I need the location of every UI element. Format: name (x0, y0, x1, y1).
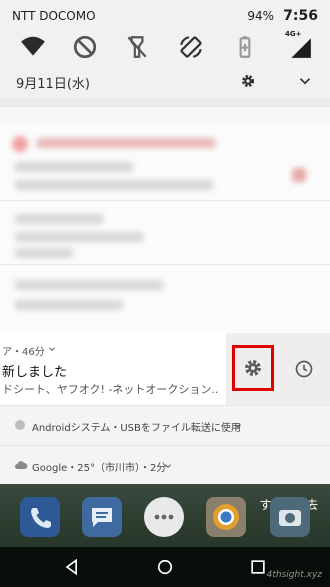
notification-app-line: ア・46分 (2, 347, 45, 358)
blurred-line (14, 180, 214, 190)
system-notification-text: Google・25°（市川市）・2分 (32, 463, 167, 474)
chrome-app-icon[interactable] (206, 497, 246, 537)
signal-4g-icon[interactable]: 4G+ (285, 30, 313, 60)
blurred-line (14, 214, 104, 224)
clock: 7:56 (283, 8, 318, 24)
battery-saver-icon[interactable] (232, 34, 258, 60)
do-not-disturb-off-icon[interactable] (72, 34, 98, 60)
system-notification-weather[interactable]: Google・25°（市川市）・2分 (0, 445, 330, 485)
notification-title: 新しました (2, 365, 68, 380)
chevron-down-icon (48, 347, 56, 352)
flashlight-off-icon[interactable] (124, 34, 150, 60)
notification-settings-button[interactable] (232, 345, 274, 391)
blurred-line (14, 162, 134, 172)
notification-snooze-button[interactable] (291, 356, 317, 382)
android-system-icon (15, 420, 25, 430)
blurred-notification[interactable] (0, 202, 330, 265)
watermark: 4thsight.xyz (266, 570, 322, 580)
recents-icon[interactable] (248, 557, 268, 577)
blurred-line (14, 300, 124, 310)
battery-percent: 94% (247, 9, 274, 23)
wifi-icon[interactable] (20, 34, 46, 60)
navigation-bar (0, 547, 330, 587)
expand-chevron-icon[interactable] (296, 72, 314, 90)
status-bar: NTT DOCOMO 94% 7:56 (0, 0, 330, 30)
notification-card[interactable]: ア・46分 新しました ドシート、ヤフオク! -ネットオークション.. (0, 333, 226, 405)
blurred-notification[interactable] (0, 266, 330, 333)
home-icon[interactable] (155, 557, 175, 577)
blurred-line (14, 248, 74, 258)
date-row: 9月11日(水) (0, 66, 330, 96)
auto-rotate-icon[interactable] (178, 34, 204, 60)
blurred-thumbnail (292, 168, 306, 182)
quick-settings-row: 4G+ (0, 30, 330, 64)
blurred-line (14, 280, 164, 290)
notification-text: ドシート、ヤフオク! -ネットオークション.. (2, 383, 219, 396)
blurred-notification[interactable] (0, 122, 330, 201)
blurred-app-icon (12, 136, 28, 152)
messages-app-icon[interactable] (82, 497, 122, 537)
blurred-divider (0, 98, 330, 107)
chevron-down-icon (234, 424, 242, 429)
system-notification-usb[interactable]: Androidシステム・USBをファイル転送に使用 (0, 405, 330, 445)
camera-app-icon[interactable] (270, 497, 310, 537)
notification-shade-header: NTT DOCOMO 94% 7:56 4G+ 9月11日(水) (0, 0, 330, 98)
blurred-line (14, 232, 144, 242)
chevron-down-icon (164, 464, 172, 469)
system-notification-text: Androidシステム・USBをファイル転送に使用 (32, 423, 241, 434)
network-type-label: 4G+ (285, 30, 302, 38)
blurred-notification-list (0, 98, 330, 333)
settings-gear-icon (245, 360, 261, 376)
blurred-line (36, 138, 216, 148)
phone-app-icon[interactable] (20, 497, 60, 537)
settings-gear-icon[interactable] (239, 72, 257, 90)
back-icon[interactable] (62, 557, 82, 577)
date-label: 9月11日(水) (16, 77, 90, 92)
swiped-notification-row: ア・46分 新しました ドシート、ヤフオク! -ネットオークション.. (0, 333, 330, 405)
app-drawer-icon[interactable] (144, 497, 184, 537)
cloud-icon (15, 461, 28, 469)
carrier-label: NTT DOCOMO (12, 9, 96, 23)
clock-icon (295, 360, 313, 378)
